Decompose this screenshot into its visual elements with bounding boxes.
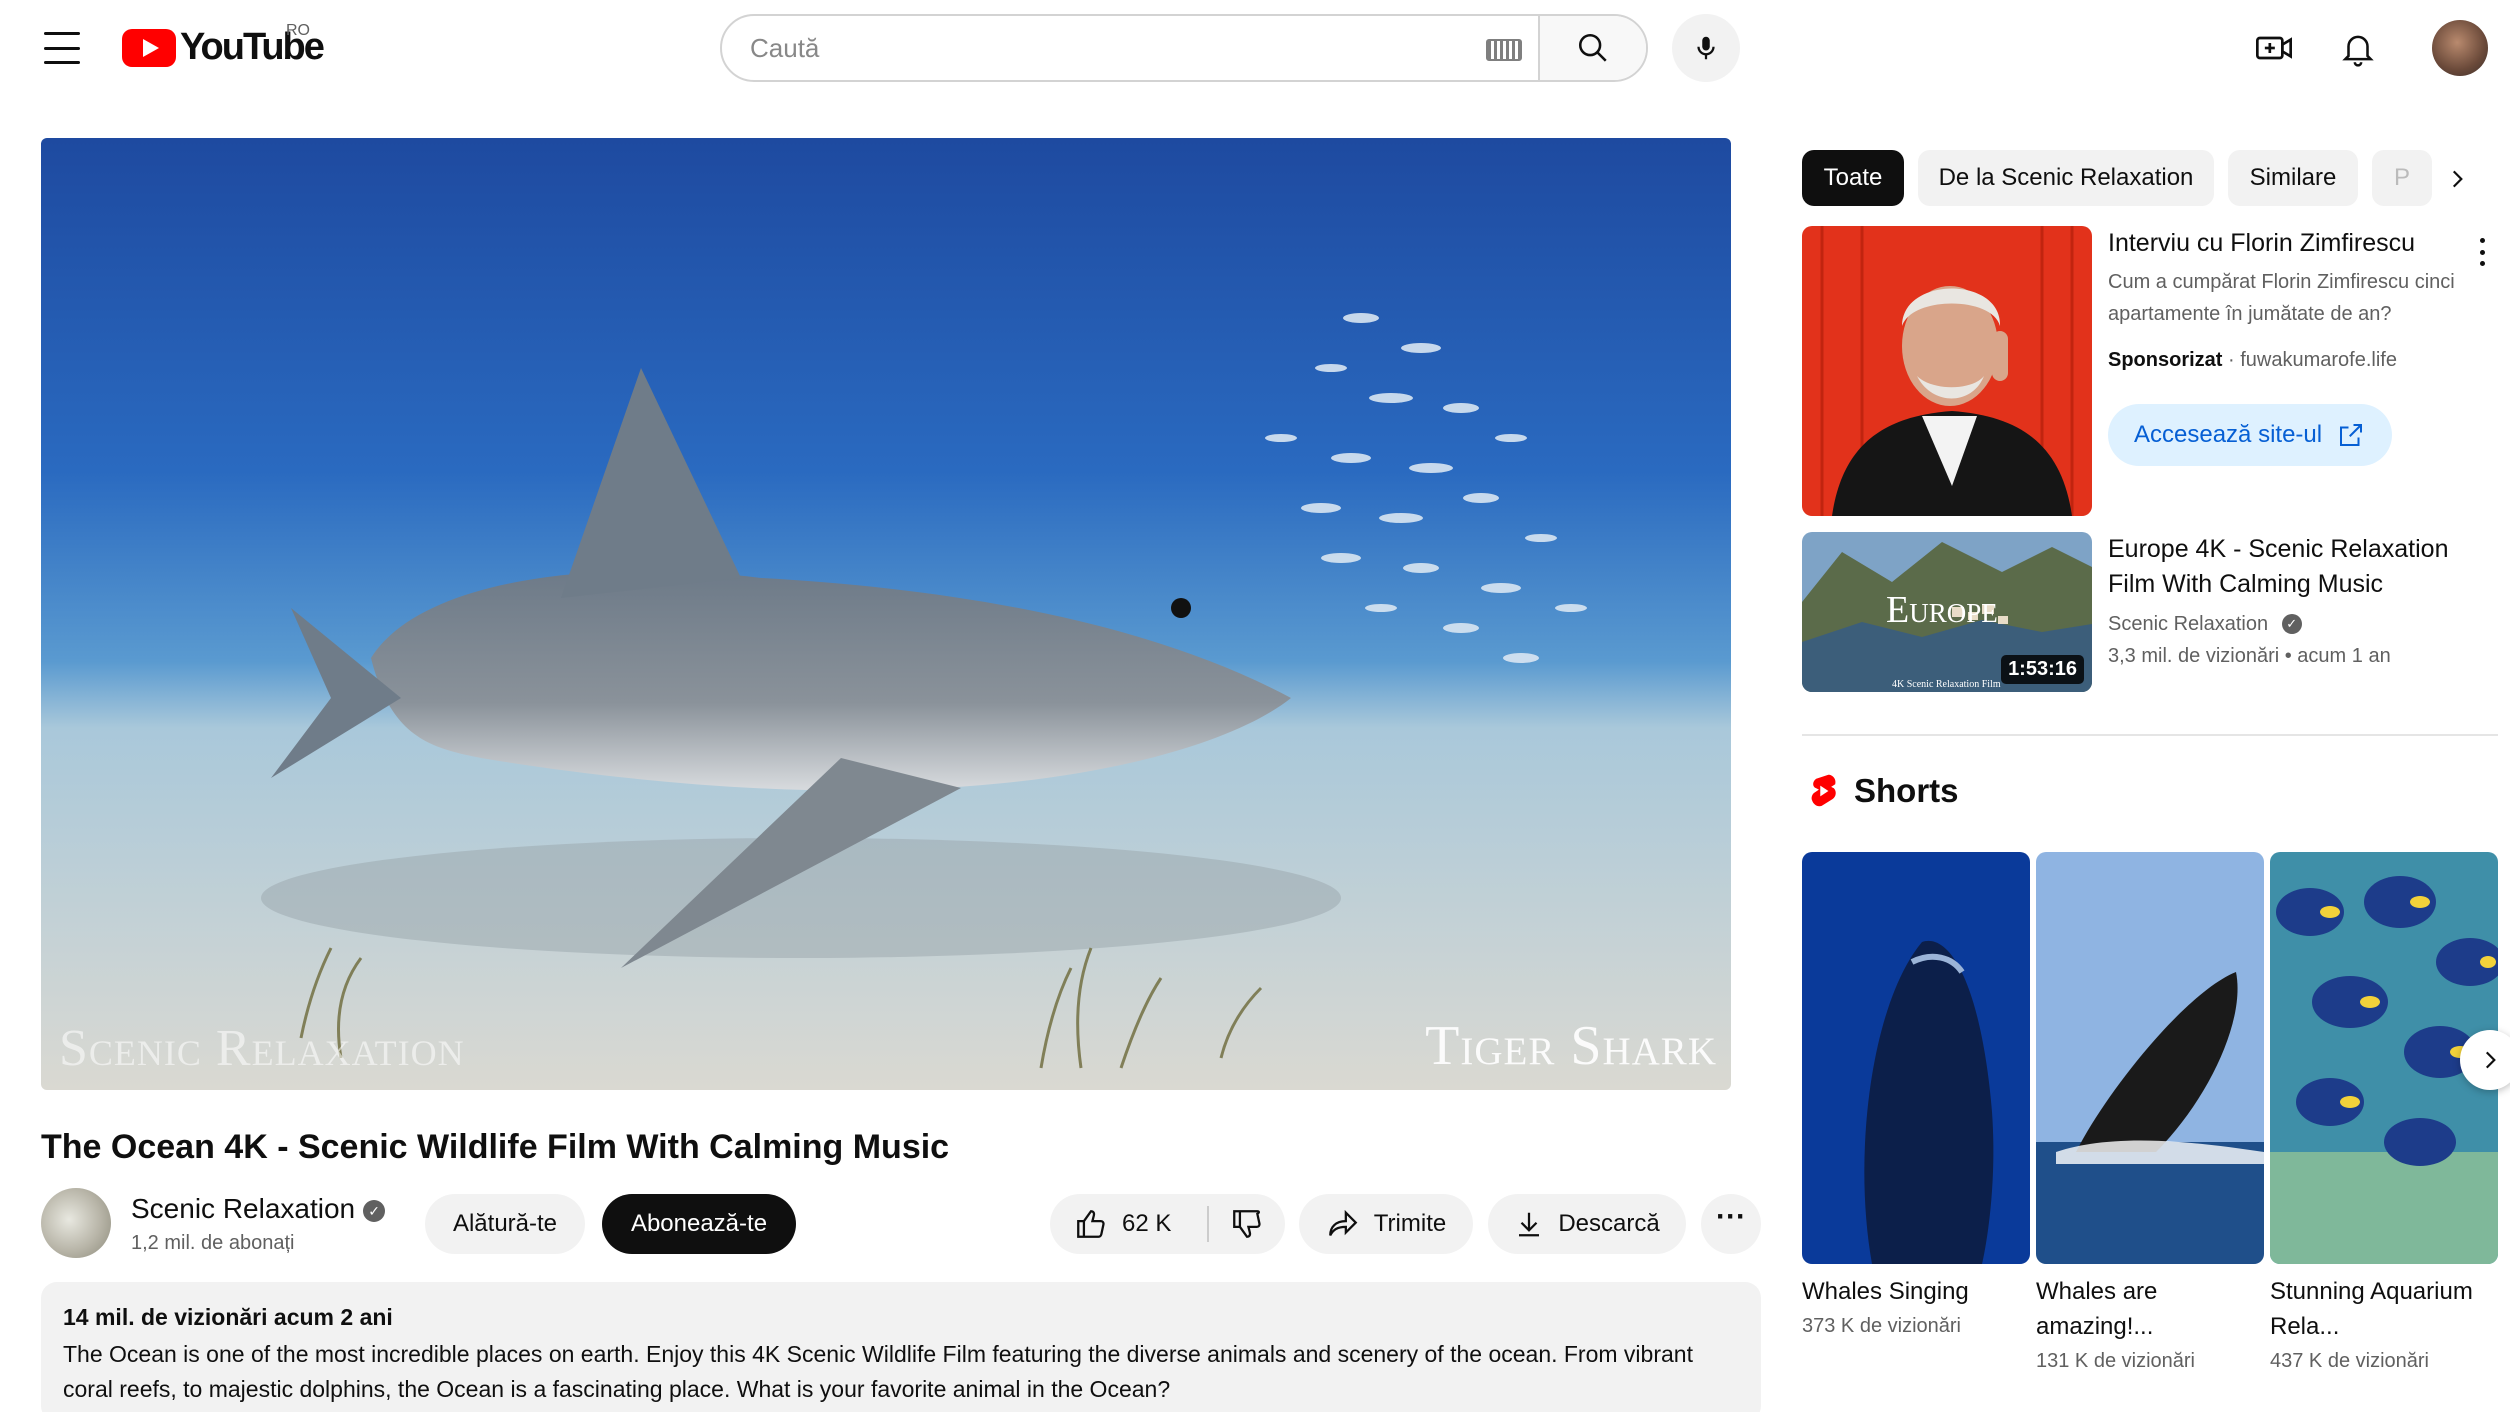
ad-thumbnail-image: [1802, 226, 2092, 516]
download-button[interactable]: Descarcă: [1488, 1194, 1686, 1254]
chip-partial[interactable]: P: [2372, 150, 2432, 206]
youtube-play-icon: [122, 28, 176, 67]
ad-title: Interviu cu Florin Zimfirescu: [2108, 229, 2416, 257]
duration-badge: 1:53:16: [2001, 655, 2084, 684]
mic-icon: [1697, 36, 1715, 60]
subscriber-count: 1,2 mil. de abonați: [131, 1232, 295, 1254]
voice-search-button[interactable]: [1672, 14, 1740, 82]
account-avatar[interactable]: [2432, 20, 2488, 76]
like-icon: [1077, 1210, 1105, 1238]
ad-thumbnail[interactable]: [1802, 226, 2092, 516]
chip-label: P: [2393, 164, 2410, 191]
more-horizontal-icon: ···: [1716, 1200, 1746, 1233]
recommended-video: Europe 4K Scenic Relaxation Film 1:53:16…: [1802, 532, 2502, 694]
description-box[interactable]: 14 mil. de vizionări acum 2 ani The Ocea…: [41, 1282, 1761, 1412]
chevron-right-icon: [2485, 1051, 2496, 1069]
share-button[interactable]: Trimite: [1299, 1194, 1473, 1254]
watermark-channel: Scenic Relaxation: [59, 1020, 465, 1077]
verified-icon: ✓: [363, 1200, 386, 1222]
short-thumbnail[interactable]: [2036, 852, 2264, 1264]
chip-label: Similare: [2249, 164, 2337, 191]
short-thumbnail-image: [1802, 852, 2030, 1264]
search-icon: [1578, 33, 1607, 62]
create-button[interactable]: [2252, 26, 2296, 70]
short-item: Stunning Aquarium Rela... 437 K de vizio…: [2270, 852, 2498, 1373]
like-count: 62 K: [1122, 1210, 1172, 1237]
chip-label: De la Scenic Relaxation: [1938, 164, 2194, 191]
recommended-title: Europe 4K - Scenic Relaxation Film With …: [2108, 535, 2449, 598]
verified-icon: ✓: [2281, 614, 2302, 634]
sponsored-label: Sponsorizat: [2108, 349, 2223, 371]
video-frame: [41, 138, 1731, 1090]
search-input[interactable]: [722, 16, 1486, 80]
share-icon: [1328, 1209, 1358, 1236]
short-item: Whales are amazing!... 131 K de vizionăr…: [2036, 852, 2264, 1373]
channel-name-text: Scenic Relaxation: [131, 1193, 356, 1224]
short-views: 373 K de vizionări: [1802, 1315, 1961, 1337]
shorts-label: Shorts: [1854, 772, 1959, 809]
subscribe-button[interactable]: Abonează-te: [602, 1194, 796, 1254]
shorts-header: Shorts: [1806, 772, 1959, 810]
external-link-icon: [2340, 424, 2363, 446]
thumb-caption-text: 4K Scenic Relaxation Film: [1892, 679, 2001, 690]
join-label: Alătură-te: [452, 1210, 558, 1237]
more-actions-button[interactable]: ···: [1701, 1194, 1761, 1254]
search-box: [720, 14, 1648, 82]
keyboard-icon[interactable]: [1486, 39, 1522, 61]
ad-text: Cum a cumpărat Florin Zimfirescu cinci a…: [2108, 271, 2455, 325]
notifications-button[interactable]: [2336, 26, 2380, 70]
shorts-icon: [1811, 774, 1836, 807]
bell-icon: [2342, 35, 2374, 67]
download-icon: [1519, 1212, 1540, 1237]
short-views: 131 K de vizionări: [2036, 1350, 2195, 1372]
thumb-title-text: Europe: [1886, 589, 1998, 631]
download-label: Descarcă: [1558, 1210, 1660, 1237]
ad-more-options[interactable]: [2468, 234, 2496, 270]
description-meta: 14 mil. de vizionări acum 2 ani: [63, 1304, 393, 1330]
search-button[interactable]: [1538, 16, 1646, 80]
short-title: Whales Singing: [1802, 1278, 1969, 1305]
visit-site-label: Accesează site-ul: [2134, 421, 2323, 448]
chip-from-channel[interactable]: De la Scenic Relaxation: [1918, 150, 2214, 206]
recommended-channel-name: Scenic Relaxation: [2108, 613, 2269, 635]
short-title: Stunning Aquarium Rela...: [2270, 1278, 2473, 1340]
share-label: Trimite: [1373, 1210, 1447, 1237]
menu-icon[interactable]: [40, 30, 84, 66]
channel-row: Scenic Relaxation ✓ 1,2 mil. de abonați A…: [41, 1188, 1761, 1258]
join-button[interactable]: Alătură-te: [425, 1194, 585, 1254]
recommended-thumbnail[interactable]: Europe 4K Scenic Relaxation Film 1:53:16: [1802, 532, 2092, 692]
short-views: 437 K de vizionări: [2270, 1350, 2429, 1372]
visit-site-button[interactable]: Accesează site-ul: [2108, 404, 2393, 466]
short-thumbnail-image: [2036, 852, 2264, 1264]
ad-sponsored-line: Sponsorizat · fuwakumarofe.life: [2108, 349, 2397, 371]
channel-avatar[interactable]: [41, 1188, 111, 1258]
recommended-meta: 3,3 mil. de vizionări • acum 1 an: [2108, 645, 2391, 667]
dislike-icon: [1233, 1210, 1261, 1238]
description-text: The Ocean is one of the most incredible …: [63, 1341, 1693, 1402]
chip-similar[interactable]: Similare: [2228, 150, 2358, 206]
short-thumbnail[interactable]: [1802, 852, 2030, 1264]
ad-domain: fuwakumarofe.life: [2240, 349, 2397, 371]
chip-label: Toate: [1823, 164, 1883, 191]
country-code: RO: [286, 22, 310, 39]
chips-next-button[interactable]: [2440, 162, 2474, 196]
video-player[interactable]: Scenic Relaxation Tiger Shark: [41, 138, 1731, 1090]
video-title: The Ocean 4K - Scenic Wildlife Film With…: [41, 1128, 950, 1166]
subscribe-label: Abonează-te: [630, 1210, 768, 1237]
masthead: YouTube RO: [0, 0, 2510, 96]
channel-name[interactable]: Scenic Relaxation ✓: [131, 1193, 386, 1225]
create-icon: [2256, 36, 2292, 60]
chip-all[interactable]: Toate: [1802, 150, 1904, 206]
watermark-species: Tiger Shark: [1425, 1015, 1717, 1077]
sidebar-divider: [1802, 734, 2498, 736]
recommended-channel: Scenic Relaxation ✓: [2108, 608, 2302, 640]
chevron-right-icon: [2452, 170, 2463, 188]
short-title: Whales are amazing!...: [2036, 1278, 2158, 1340]
sponsored-card: Interviu cu Florin Zimfirescu Cum a cump…: [1802, 226, 2502, 518]
dislike-button[interactable]: [1209, 1194, 1285, 1254]
related-filter-chips: Toate De la Scenic Relaxation Similare P: [1802, 150, 2482, 208]
short-item: Whales Singing 373 K de vizionări: [1802, 852, 2030, 1338]
